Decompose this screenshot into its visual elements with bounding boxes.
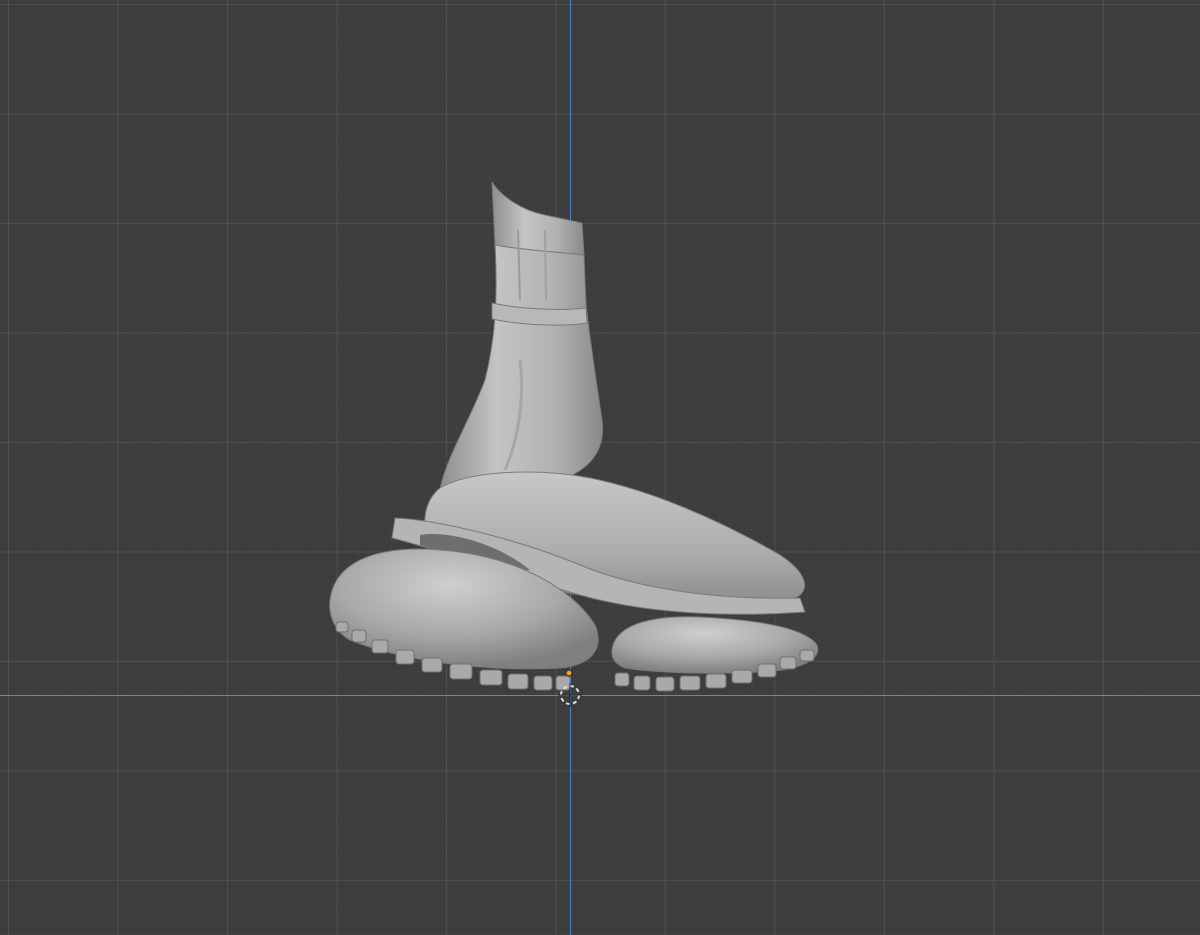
boot-collar [491,181,585,256]
3d-viewport[interactable] [0,0,1200,935]
boot-mesh[interactable] [0,0,1200,935]
